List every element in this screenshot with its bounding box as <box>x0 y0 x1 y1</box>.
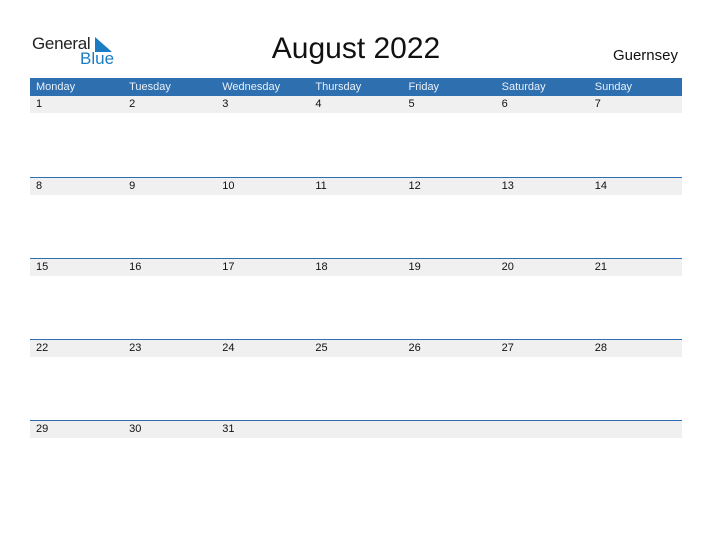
weekday-monday: Monday <box>36 81 76 93</box>
week-row: 1 2 3 4 5 6 7 <box>30 96 682 177</box>
day-cell: 4 <box>315 98 322 110</box>
day-cell: 27 <box>501 342 514 354</box>
date-bar: 29 30 31 <box>30 421 682 438</box>
day-cell: 2 <box>129 98 136 110</box>
day-cell: 5 <box>408 98 415 110</box>
day-cell: 14 <box>594 180 607 192</box>
day-cell: 24 <box>222 342 235 354</box>
weekday-thursday: Thursday <box>315 81 362 93</box>
day-cell: 23 <box>129 342 142 354</box>
day-cell: 12 <box>408 180 421 192</box>
region-label: Guernsey <box>612 47 678 64</box>
day-cell: 3 <box>222 98 229 110</box>
date-bar: 8 9 10 11 12 13 14 <box>30 178 682 195</box>
day-cell: 30 <box>129 423 142 435</box>
day-cell <box>309 421 402 438</box>
date-bar: 15 16 17 18 19 20 21 <box>30 259 682 276</box>
date-bar: 1 2 3 4 5 6 7 <box>30 96 682 113</box>
week-row: 8 9 10 11 12 13 14 <box>30 177 682 258</box>
day-cell: 7 <box>594 98 601 110</box>
day-cell: 8 <box>36 180 43 192</box>
weekday-friday: Friday <box>408 81 440 93</box>
day-cell: 28 <box>594 342 607 354</box>
day-cell <box>589 421 682 438</box>
day-cell: 11 <box>315 180 327 192</box>
day-cell: 16 <box>129 261 142 273</box>
day-cell: 1 <box>36 98 43 110</box>
day-cell: 13 <box>501 180 514 192</box>
day-cell <box>403 421 496 438</box>
day-cell: 20 <box>501 261 514 273</box>
day-cell: 18 <box>315 261 328 273</box>
day-cell <box>496 421 589 438</box>
day-cell: 26 <box>408 342 421 354</box>
day-cell: 9 <box>129 180 136 192</box>
day-cell: 29 <box>36 423 49 435</box>
day-cell: 10 <box>222 180 235 192</box>
calendar-title: August 2022 <box>271 32 441 65</box>
day-cell: 17 <box>222 261 235 273</box>
weekday-sunday: Sunday <box>594 81 633 93</box>
week-row: 22 23 24 25 26 27 28 <box>30 339 682 420</box>
day-cell: 15 <box>36 261 49 273</box>
day-cell: 25 <box>315 342 328 354</box>
week-row: 29 30 31 <box>30 420 682 501</box>
weekday-header: Monday Tuesday Wednesday Thursday Friday… <box>30 78 682 96</box>
week-row: 15 16 17 18 19 20 21 <box>30 258 682 339</box>
weekday-wednesday: Wednesday <box>222 81 281 93</box>
day-cell: 21 <box>594 261 607 273</box>
day-cell: 22 <box>36 342 49 354</box>
day-cell: 19 <box>408 261 421 273</box>
weekday-saturday: Saturday <box>501 81 546 93</box>
weekday-tuesday: Tuesday <box>129 81 171 93</box>
day-cell: 6 <box>501 98 508 110</box>
calendar-grid: Monday Tuesday Wednesday Thursday Friday… <box>30 78 682 501</box>
date-bar: 22 23 24 25 26 27 28 <box>30 340 682 357</box>
day-cell: 31 <box>222 423 235 435</box>
